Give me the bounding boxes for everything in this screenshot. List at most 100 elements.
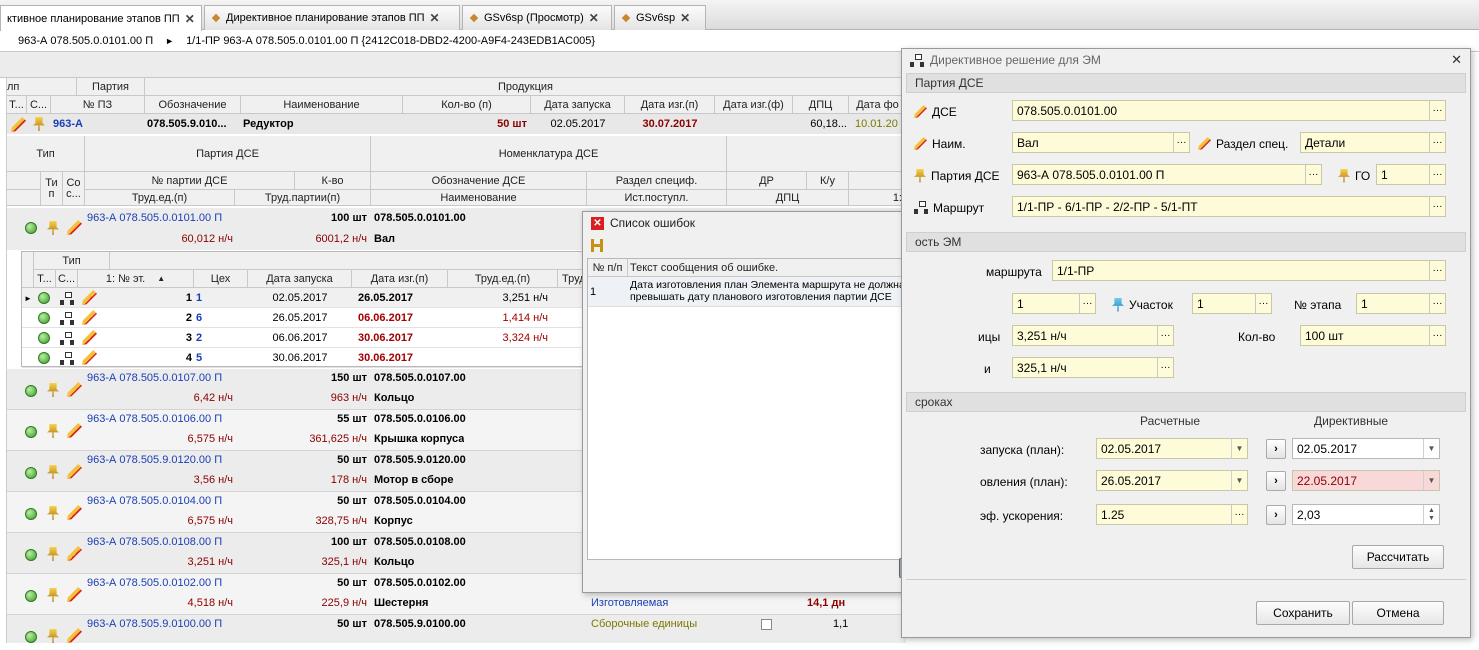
- column-header[interactable]: № п/п: [588, 259, 628, 277]
- ellipsis-button[interactable]: ···: [1429, 326, 1445, 345]
- name-field[interactable]: Вал ···: [1012, 132, 1190, 153]
- table-row[interactable]: 4 5 30.06.2017 30.06.2017: [22, 348, 670, 368]
- close-icon[interactable]: ✕: [680, 11, 690, 25]
- close-icon[interactable]: ✕: [430, 11, 440, 25]
- start-calc-field[interactable]: 02.05.2017 ▼: [1096, 438, 1248, 459]
- start-directive-field[interactable]: 02.05.2017 ▼: [1292, 438, 1440, 459]
- dropdown-icon[interactable]: ▼: [1423, 439, 1439, 458]
- pencil-icon[interactable]: [67, 464, 82, 479]
- ellipsis-button[interactable]: ···: [1429, 133, 1445, 152]
- column-header[interactable]: ДР: [727, 172, 807, 190]
- column-header[interactable]: 1:: [849, 190, 906, 206]
- section-field[interactable]: Детали ···: [1300, 132, 1446, 153]
- column-header[interactable]: Дата запуска: [248, 270, 352, 288]
- save-button[interactable]: Сохранить: [1256, 601, 1350, 625]
- column-header-sortable[interactable]: 1: № эт. ▲: [78, 270, 194, 288]
- pencil-icon[interactable]: [82, 290, 97, 305]
- calculate-button[interactable]: Рассчитать: [1352, 545, 1444, 569]
- column-header[interactable]: Дата изг.(ф): [715, 96, 793, 114]
- qty-field[interactable]: 100 шт ···: [1300, 325, 1446, 346]
- column-header[interactable]: № партии ДСЕ: [85, 172, 295, 190]
- column-header[interactable]: К/у: [807, 172, 849, 190]
- dse-field[interactable]: 078.505.0.0101.00 ···: [1012, 100, 1446, 121]
- tab-directive-planning[interactable]: Директивное планирование этапов ПП ✕: [204, 5, 460, 30]
- column-header[interactable]: № ПЗ: [51, 96, 145, 114]
- area-field[interactable]: 1 ···: [1192, 293, 1272, 314]
- column-header[interactable]: К-во: [295, 172, 371, 190]
- column-header[interactable]: Цех: [194, 270, 248, 288]
- column-header[interactable]: Со с...: [63, 172, 85, 206]
- column-header[interactable]: ДПЦ: [793, 96, 849, 114]
- batch-number[interactable]: 963-А 078.505.0.0108.00 П: [87, 533, 222, 551]
- column-header[interactable]: Наименование: [371, 190, 587, 206]
- ellipsis-button[interactable]: ···: [1429, 165, 1445, 184]
- ellipsis-button[interactable]: ···: [1429, 101, 1445, 120]
- tab-gsv6sp[interactable]: GSv6sp ✕: [614, 5, 706, 30]
- unit-labor-field[interactable]: 3,251 н/ч ···: [1012, 325, 1174, 346]
- column-header[interactable]: Ти п: [41, 172, 63, 206]
- close-icon[interactable]: ✕: [185, 12, 195, 26]
- ellipsis-button[interactable]: ···: [1255, 294, 1271, 313]
- pencil-icon[interactable]: [82, 350, 97, 365]
- pencil-icon[interactable]: [82, 330, 97, 345]
- made-directive-field[interactable]: 22.05.2017 ▼: [1292, 470, 1440, 491]
- stage-field[interactable]: 1 ···: [1356, 293, 1446, 314]
- copy-arrow-button[interactable]: ›: [1266, 471, 1286, 491]
- export-icon[interactable]: [591, 239, 603, 252]
- dr-checkbox[interactable]: [761, 619, 772, 630]
- column-header[interactable]: Труд.ед.(п): [85, 190, 235, 206]
- batch-number[interactable]: 963-А 078.505.0.0101.00 П: [87, 209, 222, 227]
- copy-arrow-button[interactable]: ›: [1266, 505, 1286, 525]
- pencil-icon[interactable]: [67, 505, 82, 520]
- pencil-icon[interactable]: [67, 628, 82, 643]
- column-header[interactable]: Дата фо: [849, 96, 906, 114]
- batch-number[interactable]: 963-А 078.505.0.0102.00 П: [87, 574, 222, 592]
- tab-active-planning[interactable]: ктивное планирование этапов ПП ✕: [0, 5, 202, 31]
- breadcrumb-item[interactable]: 963-А 078.505.0.0101.00 П: [18, 35, 153, 47]
- cancel-button[interactable]: Отмена: [1352, 601, 1444, 625]
- ellipsis-button[interactable]: ···: [1079, 294, 1095, 313]
- batch-number[interactable]: 963-А 078.505.0.0107.00 П: [87, 369, 222, 387]
- column-header[interactable]: С...: [56, 270, 78, 288]
- total-labor-field[interactable]: 325,1 н/ч ···: [1012, 357, 1174, 378]
- dropdown-icon[interactable]: ▼: [1423, 471, 1439, 490]
- tab-gsv6sp-view[interactable]: GSv6sp (Просмотр) ✕: [462, 5, 612, 30]
- batch-number[interactable]: 963-А 078.505.9.0120.00 П: [87, 451, 222, 469]
- route-element-field[interactable]: 1/1-ПР ···: [1052, 260, 1446, 281]
- k-directive-spinner[interactable]: 2,03 ▲ ▼: [1292, 504, 1440, 525]
- column-header[interactable]: Дата запуска: [531, 96, 625, 114]
- spinner-icon[interactable]: ▲ ▼: [1423, 505, 1439, 524]
- batch-number[interactable]: 963-А 078.505.9.0100.00 П: [87, 615, 222, 633]
- column-header[interactable]: Дата изг.(п): [352, 270, 448, 288]
- ellipsis-button[interactable]: ···: [1173, 133, 1189, 152]
- column-header[interactable]: Кол-во (п): [403, 96, 531, 114]
- batch-field[interactable]: 963-А 078.505.0.0101.00 П ···: [1012, 164, 1322, 185]
- ellipsis-button[interactable]: ···: [1157, 358, 1173, 377]
- column-header[interactable]: С...: [27, 96, 51, 114]
- column-header[interactable]: Обозначение: [145, 96, 241, 114]
- close-icon[interactable]: ✕: [1451, 52, 1462, 68]
- column-header[interactable]: Т...: [34, 270, 56, 288]
- column-header[interactable]: Обозначение ДСЕ: [371, 172, 587, 190]
- ellipsis-button[interactable]: ···: [1429, 294, 1445, 313]
- pencil-icon[interactable]: [67, 587, 82, 602]
- pencil-icon[interactable]: [67, 546, 82, 561]
- pencil-icon[interactable]: [67, 382, 82, 397]
- column-header[interactable]: ДПЦ: [727, 190, 849, 206]
- ellipsis-button[interactable]: ···: [1429, 261, 1445, 280]
- go-field[interactable]: 1 ···: [1376, 164, 1446, 185]
- ellipsis-button[interactable]: ···: [1231, 505, 1247, 524]
- column-header[interactable]: Т...: [7, 96, 27, 114]
- dropdown-icon[interactable]: ▼: [1231, 471, 1247, 490]
- dropdown-icon[interactable]: ▼: [1231, 439, 1247, 458]
- ellipsis-button[interactable]: ···: [1305, 165, 1321, 184]
- table-row[interactable]: ► 1 1 02.05.2017 26.05.2017 3,251 н/ч: [22, 288, 670, 308]
- ellipsis-button[interactable]: ···: [1429, 197, 1445, 216]
- ellipsis-button[interactable]: ···: [1157, 326, 1173, 345]
- table-row[interactable]: 2 6 26.05.2017 06.06.2017 1,414 н/ч: [22, 308, 670, 328]
- pencil-icon[interactable]: [67, 423, 82, 438]
- copy-arrow-button[interactable]: ›: [1266, 439, 1286, 459]
- column-header[interactable]: Наименование: [241, 96, 403, 114]
- table-row[interactable]: 963-А 078.505.9.0100.00 П 50 шт 078.505.9.…: [7, 615, 906, 643]
- column-header[interactable]: Ист.поступл.: [587, 190, 727, 206]
